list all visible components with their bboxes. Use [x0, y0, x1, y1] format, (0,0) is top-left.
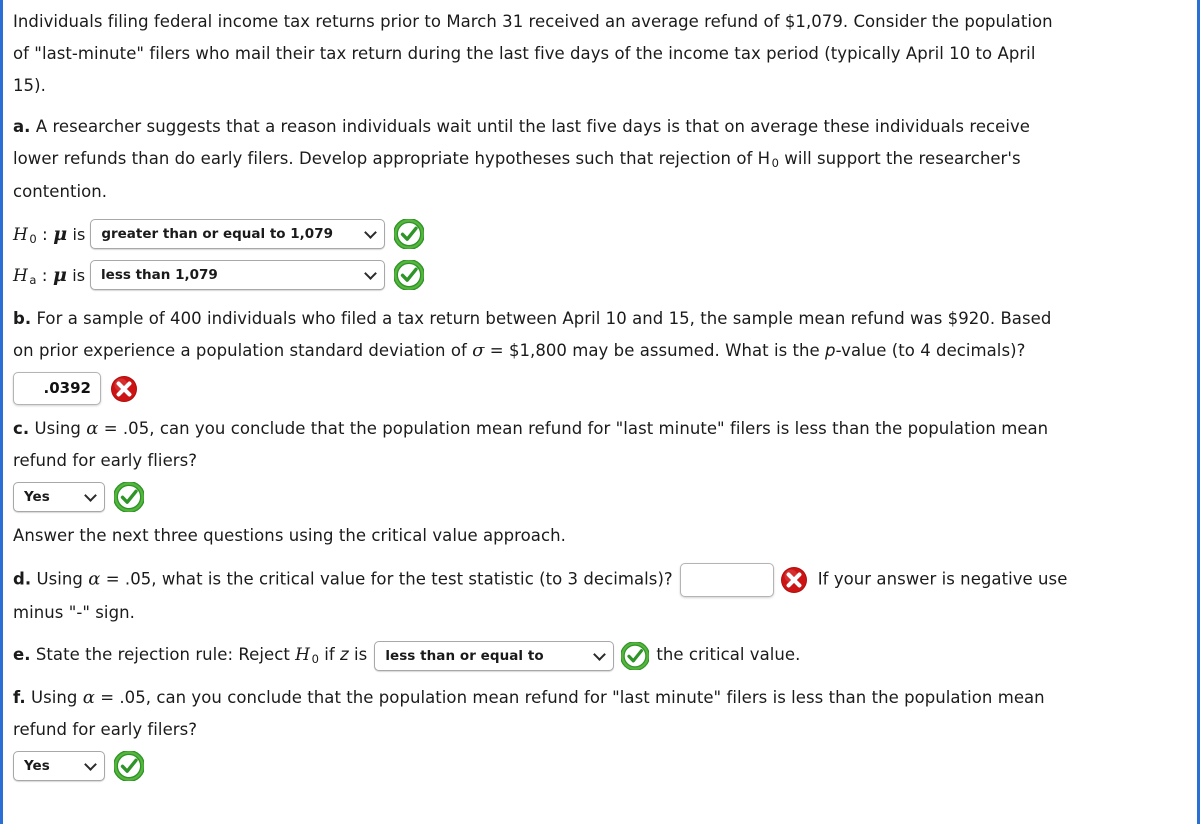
part-e-text-mid-pre: if — [318, 645, 341, 664]
check-circle-icon — [394, 218, 425, 249]
part-b-line-1: b. For a sample of 400 individuals who f… — [13, 303, 1186, 335]
part-f: f. Using α = .05, can you conclude that … — [13, 682, 1186, 781]
part-f-conclusion-value: Yes — [24, 758, 50, 774]
check-circle-icon — [114, 751, 144, 781]
part-f-text-1-post: = .05, can you conclude that the populat… — [94, 688, 1045, 707]
h-subscript-null: 0 — [29, 231, 37, 246]
critical-value-input[interactable] — [679, 563, 774, 597]
h-symbol-e: H — [295, 645, 311, 665]
h-subscript-e: 0 — [311, 652, 319, 666]
part-a-line-1: a. A researcher suggests that a reason i… — [13, 111, 1186, 143]
part-d-text-mid: = .05, what is the critical value for th… — [100, 569, 673, 589]
part-b-text-2-post: -value (to 4 decimals)? — [835, 341, 1026, 360]
part-d-text-after: If your answer is negative use — [817, 569, 1068, 589]
h-symbol-null: H — [13, 224, 28, 245]
part-c-text-1-post: = .05, can you conclude that the populat… — [98, 419, 1049, 438]
mu-symbol-alt: μ — [52, 263, 67, 286]
null-hypothesis-select-value: greater than or equal to 1,079 — [101, 225, 333, 242]
chevron-down-icon — [364, 225, 378, 239]
check-circle-icon — [394, 259, 425, 290]
part-b-text-2-pre: on prior experience a population standar… — [13, 341, 473, 360]
x-circle-icon — [110, 375, 138, 403]
check-circle-icon — [621, 641, 650, 670]
check-circle-icon — [114, 482, 144, 512]
part-d: d. Using α = .05, what is the critical v… — [13, 563, 1186, 629]
chevron-down-icon — [84, 489, 97, 502]
part-e-line-1: e. State the rejection rule: Reject H0 i… — [13, 639, 1186, 672]
is-word-null: is — [72, 224, 86, 244]
part-e-text-pre: State the rejection rule: Reject — [35, 645, 296, 664]
z-symbol: z — [340, 645, 349, 664]
p-italic: p — [825, 341, 836, 360]
intro-paragraph: Individuals filing federal income tax re… — [13, 0, 1186, 102]
part-a-label: a. — [13, 117, 31, 136]
part-f-label: f. — [13, 688, 26, 707]
part-d-text-pre: Using — [36, 569, 89, 589]
part-b-answer-row: .0392 — [13, 372, 1186, 405]
part-b-text-2-mid: = $1,800 may be assumed. What is the — [484, 341, 826, 360]
part-d-line-1: d. Using α = .05, what is the critical v… — [13, 563, 1186, 597]
part-d-line-2: minus "-" sign. — [13, 603, 135, 622]
part-f-line-2: refund for early filers? — [13, 720, 198, 739]
chevron-down-icon — [84, 758, 97, 771]
part-c: c. Using α = .05, can you conclude that … — [13, 413, 1186, 512]
part-c-conclusion-select[interactable]: Yes — [13, 482, 105, 512]
part-a-line-2: lower refunds than do early filers. Deve… — [13, 143, 1186, 176]
part-f-answer-row: Yes — [13, 751, 1186, 781]
null-hypothesis-select[interactable]: greater than or equal to 1,079 — [90, 218, 386, 249]
null-hypothesis-row: H0 : μ is greater than or equal to 1,079 — [13, 213, 1186, 254]
question-page: Individuals filing federal income tax re… — [0, 0, 1200, 824]
part-b-line-2: on prior experience a population standar… — [13, 335, 1186, 367]
part-a-h0-subscript: 0 — [771, 156, 779, 170]
null-hypothesis-label: H0 : μ is — [13, 222, 86, 246]
part-e: e. State the rejection rule: Reject H0 i… — [13, 639, 1186, 672]
part-a-text-2-pre: lower refunds than do early filers. Deve… — [13, 149, 771, 168]
part-b-text-1: For a sample of 400 individuals who file… — [36, 309, 1052, 328]
x-circle-icon — [780, 566, 808, 594]
part-d-answer-group — [679, 563, 808, 597]
part-f-conclusion-select[interactable]: Yes — [13, 751, 105, 781]
part-e-text-after: the critical value. — [656, 645, 801, 664]
part-f-text-pre: Using — [30, 688, 83, 707]
alt-hypothesis-row: Ha : μ is less than 1,079 — [13, 254, 1186, 295]
sigma-symbol: σ — [472, 340, 485, 361]
chevron-down-icon — [364, 266, 377, 280]
is-word-alt: is — [72, 265, 86, 285]
part-a: a. A researcher suggests that a reason i… — [13, 111, 1186, 295]
h-subscript-alt: a — [29, 272, 37, 287]
part-a-text-2-post: will support the researcher's — [778, 149, 1021, 168]
part-c-conclusion-value: Yes — [24, 489, 50, 505]
alpha-symbol: α — [88, 568, 101, 590]
h-symbol-alt: H — [13, 265, 28, 286]
part-c-line-2: refund for early fliers? — [13, 451, 198, 470]
alpha-symbol: α — [86, 418, 99, 439]
critical-value-note-text: Answer the next three questions using th… — [13, 526, 566, 545]
part-a-line-3: contention. — [13, 182, 108, 201]
part-c-text-pre: Using — [34, 419, 87, 438]
part-f-line-1: f. Using α = .05, can you conclude that … — [13, 682, 1186, 714]
alpha-symbol: α — [82, 687, 95, 708]
critical-value-note: Answer the next three questions using th… — [13, 520, 1186, 552]
alt-hypothesis-select-value: less than 1,079 — [101, 266, 218, 283]
intro-line-2: of "last-minute" filers who mail their t… — [13, 44, 1036, 63]
rejection-rule-select[interactable]: less than or equal to — [374, 640, 615, 671]
part-b: b. For a sample of 400 individuals who f… — [13, 303, 1186, 405]
alt-hypothesis-select[interactable]: less than 1,079 — [90, 259, 386, 290]
part-c-label: c. — [13, 419, 30, 438]
part-a-text-1: A researcher suggests that a reason indi… — [35, 117, 1030, 136]
mu-symbol-null: μ — [53, 222, 68, 245]
rejection-rule-value: less than or equal to — [385, 647, 544, 664]
chevron-down-icon — [593, 647, 607, 661]
part-c-line-1: c. Using α = .05, can you conclude that … — [13, 413, 1186, 445]
part-b-label: b. — [13, 309, 32, 328]
part-e-label: e. — [13, 645, 31, 664]
alt-hypothesis-label: Ha : μ is — [13, 263, 86, 287]
part-c-answer-row: Yes — [13, 482, 1186, 512]
p-value-input[interactable]: .0392 — [13, 372, 101, 405]
part-d-label: d. — [13, 569, 32, 589]
intro-line-1: Individuals filing federal income tax re… — [13, 12, 1053, 31]
part-e-text-mid-post: is — [348, 645, 368, 664]
intro-line-3: 15). — [13, 76, 46, 95]
